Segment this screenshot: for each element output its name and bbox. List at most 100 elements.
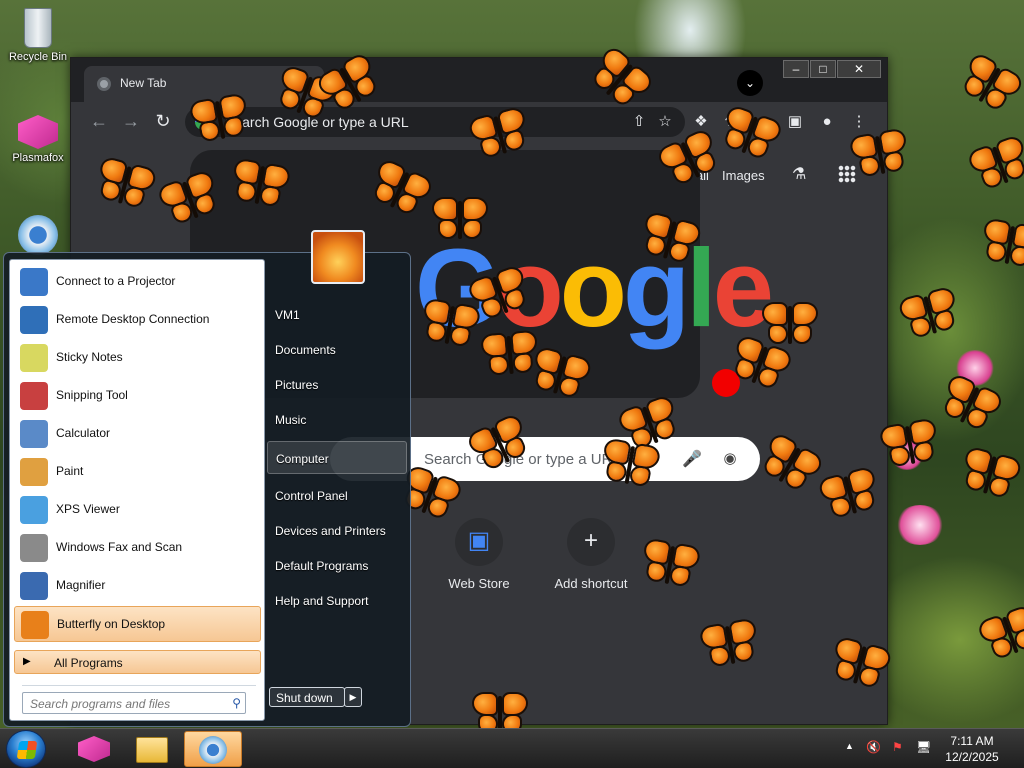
desktop-icon-recycle-bin[interactable]: Recycle Bin: [5, 8, 71, 63]
start-menu-place-pictures[interactable]: Pictures: [267, 368, 407, 401]
minimize-icon[interactable]: –: [783, 60, 809, 78]
xps-viewer-icon: [20, 496, 48, 524]
butterfly-icon: [846, 125, 913, 183]
microphone-icon[interactable]: 🎤: [682, 449, 702, 469]
chrome-taskbar-icon[interactable]: [184, 731, 242, 767]
butterfly-icon: [416, 295, 483, 353]
start-menu-item-label: Magnifier: [56, 578, 106, 592]
web-store-icon: ▣: [455, 518, 503, 566]
start-menu-item[interactable]: Windows Fax and Scan: [14, 530, 261, 566]
search-icon[interactable]: ⚲: [232, 696, 241, 710]
start-menu-place-computer[interactable]: Computer: [267, 441, 407, 474]
start-menu-item[interactable]: Butterfly on Desktop: [14, 606, 261, 642]
chrome-titlebar[interactable]: New Tab ⌄ – □ ✕: [71, 58, 887, 102]
images-link[interactable]: Images: [722, 168, 765, 183]
fax-scan-icon: [20, 534, 48, 562]
butterfly-icon: [696, 615, 763, 673]
user-picture[interactable]: [311, 230, 365, 284]
start-menu-place-help-and-support[interactable]: Help and Support: [267, 584, 407, 617]
start-menu-item[interactable]: Paint: [14, 454, 261, 490]
labs-icon[interactable]: ⚗: [792, 164, 806, 184]
explorer-taskbar-icon[interactable]: [124, 731, 182, 767]
desktop-icon-label: Plasmafox: [12, 152, 64, 164]
start-menu-place-documents[interactable]: Documents: [267, 333, 407, 366]
share-icon[interactable]: ⇧: [629, 112, 649, 132]
butterfly-icon: [186, 90, 253, 148]
sticky-notes-icon: [20, 344, 48, 372]
desktop-icon-plasmafox[interactable]: Plasmafox: [5, 115, 71, 164]
divider: [22, 685, 256, 686]
windows-logo-icon: [16, 741, 38, 759]
start-search-input[interactable]: Search programs and files ⚲: [22, 692, 246, 714]
camera-lens-icon[interactable]: ◉: [720, 449, 740, 469]
start-menu: Connect to a Projector Remote Desktop Con…: [3, 230, 411, 727]
chevron-down-icon[interactable]: ⌄: [737, 70, 763, 96]
start-menu-programs-pane: Connect to a Projector Remote Desktop Con…: [9, 259, 265, 721]
butterfly-icon: [21, 611, 49, 639]
bookmark-star-icon[interactable]: ☆: [655, 112, 675, 132]
butterfly-icon: [226, 155, 293, 213]
shutdown-button[interactable]: Shut down: [269, 687, 345, 707]
all-programs-button[interactable]: ▶ All Programs: [14, 650, 261, 674]
shortcut-label: Web Store: [448, 576, 510, 591]
start-menu-place-music[interactable]: Music: [267, 403, 407, 436]
volume-muted-icon[interactable]: 🔇: [866, 740, 881, 754]
recycle-bin-icon: [24, 8, 52, 48]
paint-icon: [20, 458, 48, 486]
action-center-icon[interactable]: ⚑: [892, 740, 903, 754]
reload-icon[interactable]: ↻: [151, 110, 175, 134]
butterfly-icon: [430, 195, 490, 243]
clock-date: 12/2/2025: [945, 750, 999, 764]
start-menu-place-control-panel[interactable]: Control Panel: [267, 479, 407, 512]
shortcut-label: Add shortcut: [554, 576, 628, 591]
desktop-icon-label: Recycle Bin: [8, 51, 68, 63]
start-menu-item-label: XPS Viewer: [56, 502, 120, 516]
taskbar: ▲ 🔇 ⚑ 🖥 7:11 AM 12/2/2025: [0, 728, 1024, 768]
plasmafox-taskbar-icon[interactable]: [64, 731, 122, 767]
shortcut-web-store[interactable]: ▣ Web Store: [424, 518, 534, 591]
shutdown-options-arrow-icon[interactable]: ▶: [344, 687, 362, 707]
start-menu-item[interactable]: Sticky Notes: [14, 340, 261, 376]
shortcut-add[interactable]: + Add shortcut: [536, 518, 646, 591]
start-menu-item[interactable]: Remote Desktop Connection: [14, 302, 261, 338]
start-menu-item-label: Snipping Tool: [56, 388, 128, 402]
omnibox[interactable]: Search Google or type a URL: [185, 107, 685, 137]
wallpaper-flower: [895, 505, 945, 545]
back-icon[interactable]: ←: [87, 110, 111, 134]
profile-icon[interactable]: ●: [817, 112, 837, 132]
start-menu-item-label: Remote Desktop Connection: [56, 312, 210, 326]
network-icon[interactable]: 🖥: [916, 740, 931, 754]
start-menu-item-label: Paint: [56, 464, 84, 478]
magnifier-icon: [20, 572, 48, 600]
taskbar-clock[interactable]: 7:11 AM 12/2/2025: [940, 733, 1004, 765]
side-panel-icon[interactable]: ▣: [785, 112, 805, 132]
plasmafox-icon: [18, 115, 58, 149]
start-menu-item[interactable]: Connect to a Projector: [14, 264, 261, 300]
chrome-shortcut-icon: [18, 215, 58, 255]
show-hidden-icons-icon[interactable]: ▲: [845, 741, 854, 751]
start-button[interactable]: [6, 730, 46, 768]
close-icon[interactable]: ✕: [837, 60, 881, 78]
butterfly-icon: [876, 415, 943, 473]
chrome-favicon-icon: [97, 77, 111, 91]
start-menu-item[interactable]: Snipping Tool: [14, 378, 261, 414]
forward-icon[interactable]: →: [119, 110, 143, 134]
start-menu-item-label: Sticky Notes: [56, 350, 123, 364]
butterfly-icon: [636, 535, 703, 593]
butterfly-icon: [596, 435, 663, 493]
start-menu-item-label: Butterfly on Desktop: [57, 617, 166, 631]
projector-icon: [20, 268, 48, 296]
start-search-placeholder: Search programs and files: [30, 697, 171, 711]
tab-title: New Tab: [120, 76, 167, 90]
start-menu-place-devices-and-printers[interactable]: Devices and Printers: [267, 514, 407, 547]
clock-time: 7:11 AM: [950, 734, 994, 748]
menu-kebab-icon[interactable]: ⋮: [849, 112, 869, 132]
start-menu-item[interactable]: Magnifier: [14, 568, 261, 604]
start-menu-item[interactable]: Calculator: [14, 416, 261, 452]
maximize-icon[interactable]: □: [810, 60, 836, 78]
start-menu-item[interactable]: XPS Viewer: [14, 492, 261, 528]
start-menu-place-default-programs[interactable]: Default Programs: [267, 549, 407, 582]
shutdown-label: Shut down: [276, 691, 333, 705]
start-menu-place-vm1[interactable]: VM1: [267, 298, 407, 331]
start-menu-item-label: Windows Fax and Scan: [56, 540, 183, 554]
